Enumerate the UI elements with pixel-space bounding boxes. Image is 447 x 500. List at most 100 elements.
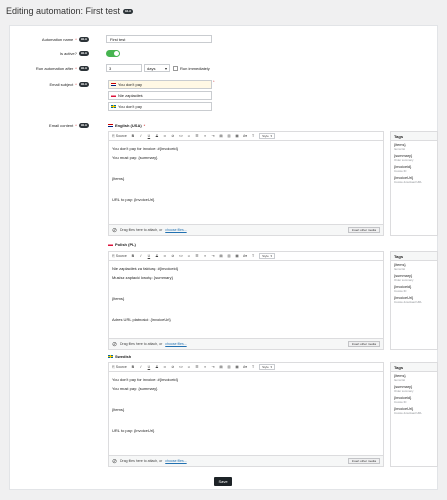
source-button[interactable]: ⎘ Source [112,254,127,258]
unlink-icon[interactable]: ⊘ [171,134,175,138]
text-color-icon[interactable]: A▾ [243,254,247,258]
italic-button[interactable]: I [139,365,143,369]
help-badge[interactable]: HLA [78,123,89,128]
bulleted-list-icon[interactable]: ☰ [195,254,199,258]
tag-item[interactable]: {invoiceUrl} Invoice download URL [391,174,437,185]
indent-icon[interactable]: ⇥ [211,365,215,369]
emoji-icon[interactable]: ☺ [187,365,191,369]
italic-button[interactable]: I [139,134,143,138]
clear-format-icon[interactable]: T [251,254,255,258]
tag-item[interactable]: {summary} Order summary [391,272,437,283]
editor-body[interactable]: You don't pay for invoice: #{invoiceid} … [109,372,383,456]
strike-button[interactable]: S [155,254,159,258]
strike-button[interactable]: S [155,134,159,138]
run-immediately-checkbox[interactable] [173,66,178,71]
unlink-icon[interactable]: ⊘ [171,254,175,258]
text-color-icon[interactable]: A▾ [243,365,247,369]
content-label: Email content [49,123,74,128]
code-icon[interactable]: <> [179,254,183,258]
link-icon[interactable]: ∞ [163,365,167,369]
chevron-down-icon: ▾ [164,66,167,71]
bold-button[interactable]: B [131,365,135,369]
help-badge[interactable]: HLA [78,66,89,71]
is-active-toggle[interactable] [106,50,120,57]
tag-item[interactable]: {invoiceid} Invoice ID [391,283,437,294]
tags-heading: Tags [391,132,437,141]
bold-button[interactable]: B [131,254,135,258]
underline-button[interactable]: U [147,365,151,369]
subject-input-en[interactable]: You don't pay [108,80,212,89]
tag-item[interactable]: {invoiceUrl} Invoice download URL [391,294,437,305]
numbered-list-icon[interactable]: ≡ [203,134,207,138]
align-left-icon[interactable]: ▤ [219,254,223,258]
subject-input-sv[interactable]: You don't pay [108,102,212,111]
tag-item[interactable]: {summary} Order summary [391,152,437,163]
text-color-icon[interactable]: A▾ [243,134,247,138]
align-right-icon[interactable]: ▦ [235,134,239,138]
indent-icon[interactable]: ⇥ [211,254,215,258]
align-right-icon[interactable]: ▦ [235,254,239,258]
source-button[interactable]: ⎘ Source [112,365,127,369]
align-center-icon[interactable]: ▥ [227,134,231,138]
help-badge[interactable]: HLA [123,8,134,14]
insert-media-button[interactable]: Insert other media [347,458,380,464]
italic-button[interactable]: I [139,254,143,258]
editor-attach-bar: ⊘ Drag files here to attach, or choose f… [109,224,383,235]
editor-body[interactable]: You don't pay for invoice: #{invoiceid} … [109,141,383,225]
choose-files-link[interactable]: choose files... [165,342,186,346]
insert-media-button[interactable]: Insert other media [347,227,380,233]
link-icon[interactable]: ∞ [163,134,167,138]
indent-icon[interactable]: ⇥ [211,134,215,138]
tag-item[interactable]: {items} Items list [391,261,437,272]
strike-button[interactable]: S [155,365,159,369]
tag-item[interactable]: {items} Items list [391,372,437,383]
bulleted-list-icon[interactable]: ☰ [195,365,199,369]
tag-item[interactable]: {summary} Order summary [391,383,437,394]
tags-heading: Tags [391,363,437,372]
numbered-list-icon[interactable]: ≡ [203,365,207,369]
style-select[interactable]: Style ▾ [259,364,276,370]
run-after-unit-select[interactable]: days ▾ [144,64,170,72]
underline-button[interactable]: U [147,254,151,258]
run-immediately-label: Run immediately [180,66,210,71]
tag-item[interactable]: {invoiceUrl} Invoice download URL [391,405,437,416]
tag-item[interactable]: {invoiceid} Invoice ID [391,394,437,405]
automation-name-input[interactable]: First test [106,35,212,43]
bulleted-list-icon[interactable]: ☰ [195,134,199,138]
tags-panel-pl: Tags {items} Items list {summary} Order su… [390,251,438,350]
style-select[interactable]: Style ▾ [259,253,276,259]
align-center-icon[interactable]: ▥ [227,254,231,258]
clear-format-icon[interactable]: T [251,365,255,369]
run-after-number-input[interactable]: 3 [106,64,142,72]
subject-input-pl[interactable]: Nie zapłaciłeś [108,91,212,100]
emoji-icon[interactable]: ☺ [187,134,191,138]
align-left-icon[interactable]: ▤ [219,134,223,138]
insert-media-button[interactable]: Insert other media [347,341,380,347]
choose-files-link[interactable]: choose files... [165,459,186,463]
underline-button[interactable]: U [147,134,151,138]
bold-button[interactable]: B [131,134,135,138]
editor-body[interactable]: Nie zapłaciłeś za fakturę: #{invoiceid} … [109,261,383,339]
tags-heading: Tags [391,252,437,261]
code-icon[interactable]: <> [179,134,183,138]
help-badge[interactable]: HLA [78,37,89,42]
link-icon[interactable]: ∞ [163,254,167,258]
align-right-icon[interactable]: ▦ [235,365,239,369]
save-button[interactable]: Save [214,477,232,486]
emoji-icon[interactable]: ☺ [187,254,191,258]
source-button[interactable]: ⎘ Source [112,134,127,138]
unlink-icon[interactable]: ⊘ [171,365,175,369]
tag-item[interactable]: {items} Items list [391,141,437,152]
help-badge[interactable]: HLA [78,51,89,56]
code-icon[interactable]: <> [179,365,183,369]
clear-format-icon[interactable]: T [251,134,255,138]
flag-se-icon [108,355,113,358]
align-left-icon[interactable]: ▤ [219,365,223,369]
numbered-list-icon[interactable]: ≡ [203,254,207,258]
tags-panel-sv: Tags {items} Items list {summary} Order su… [390,362,438,467]
style-select[interactable]: Style ▾ [259,133,276,139]
choose-files-link[interactable]: choose files... [165,228,186,232]
help-badge[interactable]: HLA [78,82,89,87]
tag-item[interactable]: {invoiceid} Invoice ID [391,163,437,174]
align-center-icon[interactable]: ▥ [227,365,231,369]
